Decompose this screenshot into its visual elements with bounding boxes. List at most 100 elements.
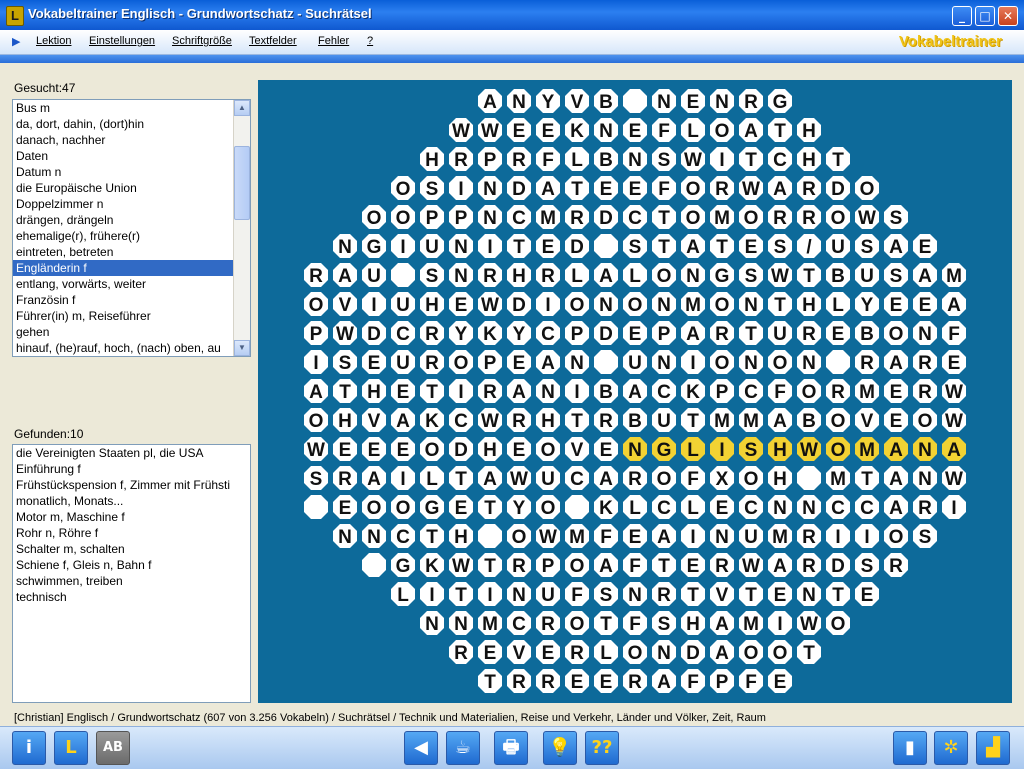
puzzle-cell[interactable]: H [797,147,821,171]
gefunden-list[interactable]: die Vereinigten Staaten pl, die USA Einfü… [12,444,251,703]
puzzle-cell[interactable]: T [652,205,676,229]
puzzle-cell[interactable]: I [942,495,966,519]
puzzle-cell[interactable]: R [536,611,560,635]
puzzle-cell[interactable]: A [507,379,531,403]
back-button[interactable]: ◀ [404,731,438,765]
puzzle-cell[interactable]: N [652,640,676,664]
puzzle-cell[interactable]: R [565,640,589,664]
puzzle-cell[interactable]: A [884,437,908,461]
puzzle-cell[interactable]: A [362,466,386,490]
puzzle-cell[interactable]: A [594,553,618,577]
puzzle-cell[interactable]: O [768,640,792,664]
puzzle-cell[interactable]: A [536,350,560,374]
puzzle-cell[interactable]: W [768,263,792,287]
puzzle-cell[interactable]: M [739,408,763,432]
puzzle-cell[interactable]: A [391,408,415,432]
puzzle-cell[interactable]: N [623,437,647,461]
puzzle-cell[interactable]: G [652,437,676,461]
puzzle-cell[interactable]: M [739,611,763,635]
puzzle-cell[interactable]: O [884,321,908,345]
help-button[interactable]: ?? [585,731,619,765]
puzzle-cell[interactable]: N [478,205,502,229]
puzzle-cell[interactable]: W [478,118,502,142]
puzzle-cell[interactable]: D [826,176,850,200]
puzzle-cell[interactable]: W [536,524,560,548]
puzzle-cell[interactable]: R [913,379,937,403]
puzzle-cell[interactable]: C [391,524,415,548]
puzzle-cell[interactable]: R [913,495,937,519]
puzzle-cell[interactable]: W [478,408,502,432]
puzzle-cell[interactable]: U [536,466,560,490]
puzzle-cell[interactable]: E [681,553,705,577]
puzzle-cell[interactable]: H [507,263,531,287]
puzzle-cell[interactable]: E [478,640,502,664]
puzzle-cell[interactable]: V [855,408,879,432]
gesucht-list-item[interactable]: drängen, drängeln [13,212,233,228]
puzzle-cell[interactable]: O [681,205,705,229]
puzzle-cell[interactable]: C [391,321,415,345]
puzzle-cell[interactable]: O [623,292,647,316]
puzzle-cell[interactable]: B [594,89,618,113]
puzzle-cell[interactable]: W [304,437,328,461]
puzzle-cell[interactable]: H [420,147,444,171]
puzzle-cell[interactable] [594,234,618,258]
puzzle-cell[interactable]: P [536,553,560,577]
puzzle-cell[interactable]: E [623,321,647,345]
puzzle-cell[interactable]: / [797,234,821,258]
puzzle-cell[interactable]: I [304,350,328,374]
puzzle-cell[interactable]: L [594,640,618,664]
puzzle-cell[interactable]: G [710,263,734,287]
gesucht-list-item[interactable]: danach, nachher [13,132,233,148]
puzzle-cell[interactable]: T [478,669,502,693]
puzzle-cell[interactable]: R [304,263,328,287]
puzzle-cell[interactable]: B [594,379,618,403]
puzzle-cell[interactable]: H [768,437,792,461]
puzzle-cell[interactable]: E [594,669,618,693]
puzzle-cell[interactable]: C [507,205,531,229]
puzzle-cell[interactable]: I [681,350,705,374]
puzzle-cell[interactable]: S [739,437,763,461]
puzzle-cell[interactable]: B [594,147,618,171]
puzzle-cell[interactable]: K [478,321,502,345]
puzzle-cell[interactable]: R [797,553,821,577]
puzzle-cell[interactable]: U [536,582,560,606]
puzzle-cell[interactable]: R [884,553,908,577]
puzzle-cell[interactable]: I [565,379,589,403]
puzzle-cell[interactable]: W [797,437,821,461]
puzzle-cell[interactable]: L [681,437,705,461]
puzzle-cell[interactable]: U [623,350,647,374]
gefunden-list-item[interactable]: Schalter m, schalten [13,541,250,557]
puzzle-cell[interactable]: O [536,495,560,519]
puzzle-cell[interactable]: R [507,408,531,432]
puzzle-cell[interactable] [391,263,415,287]
puzzle-cell[interactable]: I [768,611,792,635]
puzzle-cell[interactable]: R [507,553,531,577]
puzzle-cell[interactable]: H [449,524,473,548]
puzzle-cell[interactable]: A [478,466,502,490]
puzzle-cell[interactable]: N [623,147,647,171]
puzzle-cell[interactable]: C [652,495,676,519]
maximize-button[interactable]: □ [975,6,995,26]
puzzle-cell[interactable]: P [710,669,734,693]
gefunden-list-item[interactable]: Schiene f, Gleis n, Bahn f [13,557,250,573]
gefunden-list-item[interactable]: Rohr n, Röhre f [13,525,250,541]
puzzle-cell[interactable]: T [507,234,531,258]
puzzle-cell[interactable]: R [623,669,647,693]
puzzle-cell[interactable]: O [565,292,589,316]
puzzle-cell[interactable]: R [652,582,676,606]
puzzle-cell[interactable]: C [623,205,647,229]
puzzle-cell[interactable]: E [536,118,560,142]
puzzle-cell[interactable]: D [681,640,705,664]
puzzle-cell[interactable]: L [826,292,850,316]
puzzle-cell[interactable]: W [449,118,473,142]
puzzle-cell[interactable]: O [362,205,386,229]
puzzle-cell[interactable]: A [739,118,763,142]
puzzle-cell[interactable]: N [449,263,473,287]
puzzle-cell[interactable]: P [420,205,444,229]
puzzle-cell[interactable]: E [913,234,937,258]
puzzle-cell[interactable]: A [333,263,357,287]
puzzle-cell[interactable]: N [594,292,618,316]
puzzle-cell[interactable]: N [652,89,676,113]
info-button[interactable]: i [12,731,46,765]
puzzle-cell[interactable]: E [623,524,647,548]
